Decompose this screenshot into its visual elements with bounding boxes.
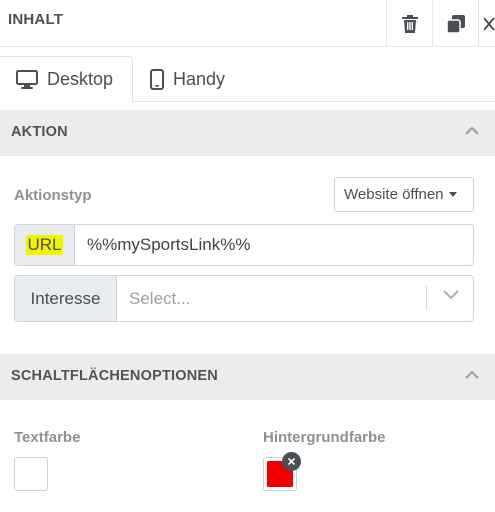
url-input[interactable]: %%mySportsLink%% [75, 225, 473, 265]
tab-handy-label: Handy [173, 69, 226, 89]
select-divider [426, 286, 427, 310]
interesse-addon: Interesse [15, 276, 117, 321]
delete-button[interactable] [386, 0, 432, 47]
interesse-label: Interesse [30, 288, 101, 308]
tab-handy[interactable]: Handy [150, 56, 225, 103]
close-button[interactable] [478, 0, 495, 47]
interesse-select[interactable]: Select... [117, 276, 473, 321]
tab-desktop[interactable]: Desktop [0, 56, 133, 103]
chevron-down-icon[interactable] [443, 290, 459, 300]
section-schaltflaechen-title: SCHALTFLÄCHENOPTIONEN [11, 368, 218, 384]
aktionstyp-dropdown[interactable]: Website öffnen [334, 177, 474, 212]
device-tabs: Desktop Handy [0, 47, 495, 103]
close-icon [288, 458, 295, 465]
trash-icon [401, 14, 418, 33]
close-icon [484, 16, 495, 31]
section-schaltflaechen-header[interactable]: SCHALTFLÄCHENOPTIONEN [0, 354, 495, 400]
section-aktion-header[interactable]: AKTION [0, 110, 495, 156]
aktionstyp-label: Aktionstyp [14, 187, 92, 204]
url-label: URL [26, 235, 63, 255]
chevron-up-icon [465, 126, 479, 135]
clear-color-button[interactable] [282, 452, 301, 471]
url-addon: URL [15, 225, 75, 265]
copy-icon [446, 14, 465, 33]
duplicate-button[interactable] [432, 0, 478, 47]
tab-desktop-label: Desktop [47, 69, 114, 89]
interesse-placeholder: Select... [129, 288, 191, 308]
panel-header: INHALT [0, 0, 495, 47]
section-aktion-title: AKTION [11, 124, 68, 140]
interesse-input-group: Interesse Select... [14, 275, 474, 322]
panel-title: INHALT [8, 11, 64, 28]
phone-icon [150, 69, 164, 90]
monitor-icon [16, 69, 38, 89]
textfarbe-swatch[interactable] [14, 457, 48, 491]
hintergrundfarbe-label: Hintergrundfarbe [263, 429, 386, 446]
aktionstyp-value: Website öffnen [344, 186, 444, 203]
textfarbe-label: Textfarbe [14, 429, 81, 446]
caret-down-icon [448, 192, 457, 197]
chevron-up-icon [465, 370, 479, 379]
url-input-group: URL %%mySportsLink%% [14, 224, 474, 266]
